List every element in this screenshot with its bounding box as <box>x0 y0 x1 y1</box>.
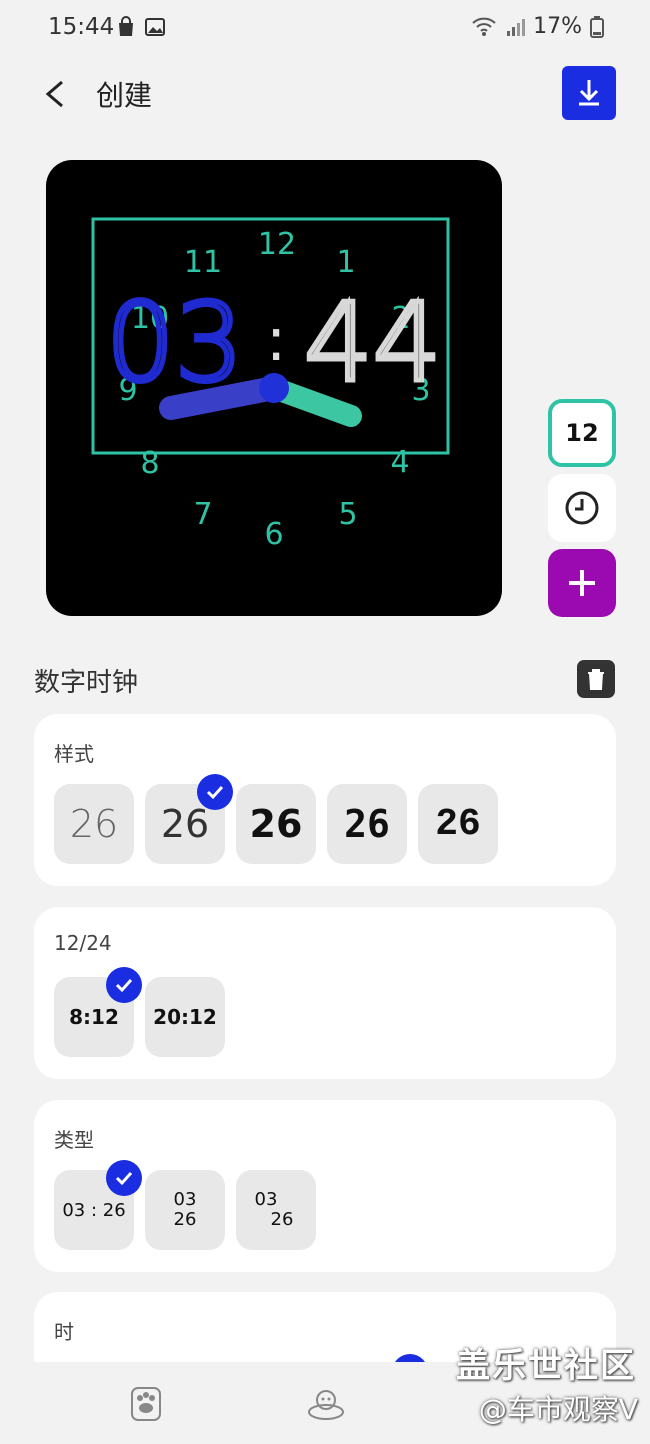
download-icon <box>579 80 599 106</box>
status-notification-icons <box>116 16 166 38</box>
type-option-stacked[interactable]: 03 26 <box>145 1170 225 1250</box>
watermark-author: @车市观察V <box>478 1393 638 1426</box>
shopping-bag-icon <box>119 16 133 36</box>
format-card: 12/24 8:12 20:12 <box>34 907 616 1079</box>
watch-face-preview: 12 1 2 3 4 5 6 7 8 9 10 11 03 : 44 <box>46 160 502 616</box>
trash-icon <box>588 669 604 690</box>
format-12h-button[interactable]: 12 <box>548 399 616 467</box>
clock-icon <box>565 491 599 525</box>
dial-number-11: 11 <box>184 245 222 280</box>
status-right: 17% <box>471 14 604 39</box>
nav-character[interactable] <box>306 1384 346 1424</box>
hands-center <box>259 373 289 403</box>
dial-number-1: 1 <box>336 245 355 280</box>
type-option-inline[interactable]: 03 : 26 <box>54 1160 142 1250</box>
delete-button[interactable] <box>577 660 615 698</box>
character-icon <box>308 1390 344 1420</box>
selected-check-icon <box>106 1160 142 1196</box>
style-option-digital[interactable]: 26 <box>327 784 407 864</box>
dial-number-8: 8 <box>140 446 159 481</box>
selected-check-icon <box>106 967 142 1003</box>
dial-number-12: 12 <box>258 227 296 262</box>
type-options: 03 : 26 03 26 03 26 <box>54 1160 316 1250</box>
battery-icon <box>590 15 604 38</box>
dial-number-6: 6 <box>264 517 283 552</box>
type-card: 类型 03 : 26 03 26 03 26 <box>34 1100 616 1272</box>
signal-icon <box>507 18 526 36</box>
style-option-segment[interactable]: 26 <box>418 784 498 864</box>
format-option-12h[interactable]: 8:12 <box>54 967 142 1057</box>
type-label: 类型 <box>54 1128 94 1152</box>
back-button[interactable] <box>36 74 76 114</box>
download-button[interactable] <box>562 66 616 120</box>
add-element-button[interactable] <box>548 549 616 617</box>
watch-face-svg: 12 1 2 3 4 5 6 7 8 9 10 11 03 : 44 <box>91 217 450 552</box>
digital-minute: 44 <box>304 281 441 406</box>
hour-label: 时 <box>54 1320 74 1344</box>
digital-separator: : <box>266 305 286 375</box>
status-time: 15:44 <box>48 14 115 40</box>
page-title: 创建 <box>96 79 153 112</box>
wifi-icon <box>472 17 496 36</box>
dial-number-4: 4 <box>390 445 409 480</box>
section-title: 数字时钟 <box>34 668 139 698</box>
selected-check-icon <box>197 774 233 810</box>
image-icon <box>145 18 165 36</box>
style-card: 样式 26 26 26 26 26 <box>34 714 616 886</box>
format-options: 8:12 20:12 <box>54 967 225 1057</box>
type-option-offset[interactable]: 03 26 <box>236 1170 316 1250</box>
style-option-light[interactable]: 26 <box>145 774 233 864</box>
style-option-bold[interactable]: 26 <box>236 784 316 864</box>
style-options: 26 26 26 26 26 <box>54 774 498 864</box>
dial-number-5: 5 <box>338 497 357 532</box>
app-bar: 创建 <box>0 60 650 130</box>
nav-paw[interactable] <box>126 1384 166 1424</box>
format-label: 12/24 <box>54 931 112 955</box>
analog-clock-button[interactable] <box>548 474 616 542</box>
status-bar: 15:44 17% <box>0 0 650 58</box>
paw-icon <box>131 1387 161 1421</box>
watermark-title: 盖乐世社区 <box>456 1346 636 1386</box>
battery-percent: 17% <box>533 14 582 39</box>
style-label: 样式 <box>54 742 94 766</box>
style-option-thin[interactable]: 26 <box>54 784 134 864</box>
dial-number-7: 7 <box>193 497 212 532</box>
plus-icon <box>569 570 595 596</box>
format-option-24h[interactable]: 20:12 <box>145 977 225 1057</box>
back-arrow-icon <box>45 80 63 108</box>
